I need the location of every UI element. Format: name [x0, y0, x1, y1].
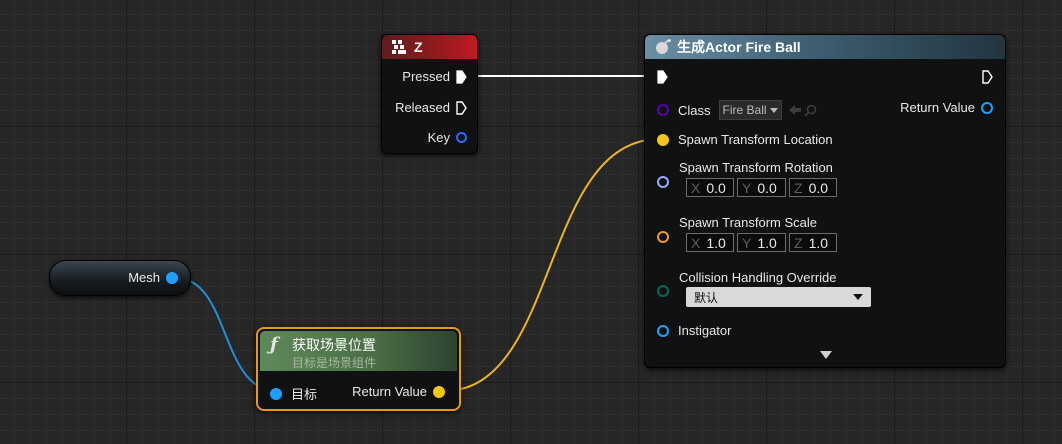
expand-advanced-icon[interactable] — [820, 351, 832, 359]
function-title: 获取场景位置 — [292, 337, 376, 353]
class-selector[interactable]: Fire Ball — [718, 100, 782, 120]
instigator-label: Instigator — [678, 323, 732, 338]
class-pin[interactable] — [657, 104, 669, 116]
rotation-z-field[interactable]: Z 0.0 — [789, 178, 837, 197]
pressed-exec-pin[interactable] — [456, 69, 467, 84]
location-label: Spawn Transform Location — [678, 132, 833, 147]
get-world-location-node[interactable]: ƒ 获取场景位置 目标是场景组件 目标 Return Value — [256, 327, 461, 411]
location-pin[interactable] — [657, 133, 669, 146]
spawn-actor-icon — [656, 39, 671, 54]
function-subtitle: 目标是场景组件 — [292, 356, 377, 370]
spawn-actor-node[interactable]: 生成Actor Fire Ball Class Fire Ball Return… — [644, 34, 1006, 368]
rotation-z-value: 0.0 — [808, 179, 829, 196]
spawn-exec-out-pin[interactable] — [982, 70, 993, 84]
return-value-label: Return Value — [900, 100, 975, 115]
pressed-label: Pressed — [402, 69, 450, 84]
dropdown-arrow-icon — [853, 294, 863, 300]
rotation-y-value: 0.0 — [757, 179, 777, 196]
rotation-pin[interactable] — [657, 176, 669, 188]
rotation-x-value: 0.0 — [706, 179, 726, 196]
location-wire — [443, 138, 661, 392]
scale-x-value: 1.0 — [706, 234, 726, 251]
scale-y-value: 1.0 — [757, 234, 777, 251]
key-label: Key — [427, 130, 450, 145]
instigator-pin[interactable] — [657, 324, 669, 337]
collision-label: Collision Handling Override — [679, 270, 837, 285]
key-event-node[interactable]: Z Pressed Released Key — [381, 34, 478, 154]
rotation-x-field[interactable]: X 0.0 — [686, 178, 734, 197]
scale-y-field[interactable]: Y 1.0 — [737, 233, 786, 252]
return-value-pin[interactable] — [981, 101, 993, 114]
mesh-label: Mesh — [128, 270, 160, 285]
key-event-header[interactable]: Z — [382, 35, 477, 59]
function-header[interactable]: ƒ 获取场景位置 目标是场景组件 — [260, 331, 457, 371]
rotation-y-field[interactable]: Y 0.0 — [737, 178, 786, 197]
collision-value: 默认 — [694, 290, 719, 305]
mesh-output-pin[interactable] — [166, 271, 178, 284]
collision-pin[interactable] — [657, 285, 669, 297]
mesh-variable-node[interactable]: Mesh — [49, 260, 191, 296]
class-value: Fire Ball — [722, 103, 767, 117]
browse-search-icon[interactable] — [803, 104, 817, 117]
key-struct-pin[interactable] — [456, 132, 467, 143]
released-label: Released — [395, 100, 450, 115]
scale-z-value: 1.0 — [808, 234, 829, 251]
scale-label: Spawn Transform Scale — [679, 215, 818, 230]
scale-z-field[interactable]: Z 1.0 — [789, 233, 837, 252]
scale-x-field[interactable]: X 1.0 — [686, 233, 734, 252]
spawn-exec-in-pin[interactable] — [657, 70, 668, 84]
function-return-label: Return Value — [352, 384, 427, 399]
function-return-pin[interactable] — [433, 385, 445, 398]
class-label: Class — [678, 102, 711, 118]
target-pin[interactable] — [270, 387, 282, 400]
rotation-label: Spawn Transform Rotation — [679, 160, 833, 175]
collision-dropdown[interactable]: 默认 — [686, 287, 871, 307]
spawn-actor-header[interactable]: 生成Actor Fire Ball — [645, 35, 1005, 59]
dropdown-arrow-icon — [769, 107, 778, 113]
target-label: 目标 — [291, 387, 318, 402]
use-selected-arrow-icon[interactable] — [788, 104, 802, 116]
scale-pin[interactable] — [657, 231, 669, 243]
keyboard-icon — [392, 40, 406, 54]
spawn-actor-title: 生成Actor Fire Ball — [677, 39, 801, 55]
key-event-title: Z — [414, 39, 423, 55]
released-exec-pin[interactable] — [456, 100, 467, 115]
function-icon: ƒ — [270, 334, 278, 355]
